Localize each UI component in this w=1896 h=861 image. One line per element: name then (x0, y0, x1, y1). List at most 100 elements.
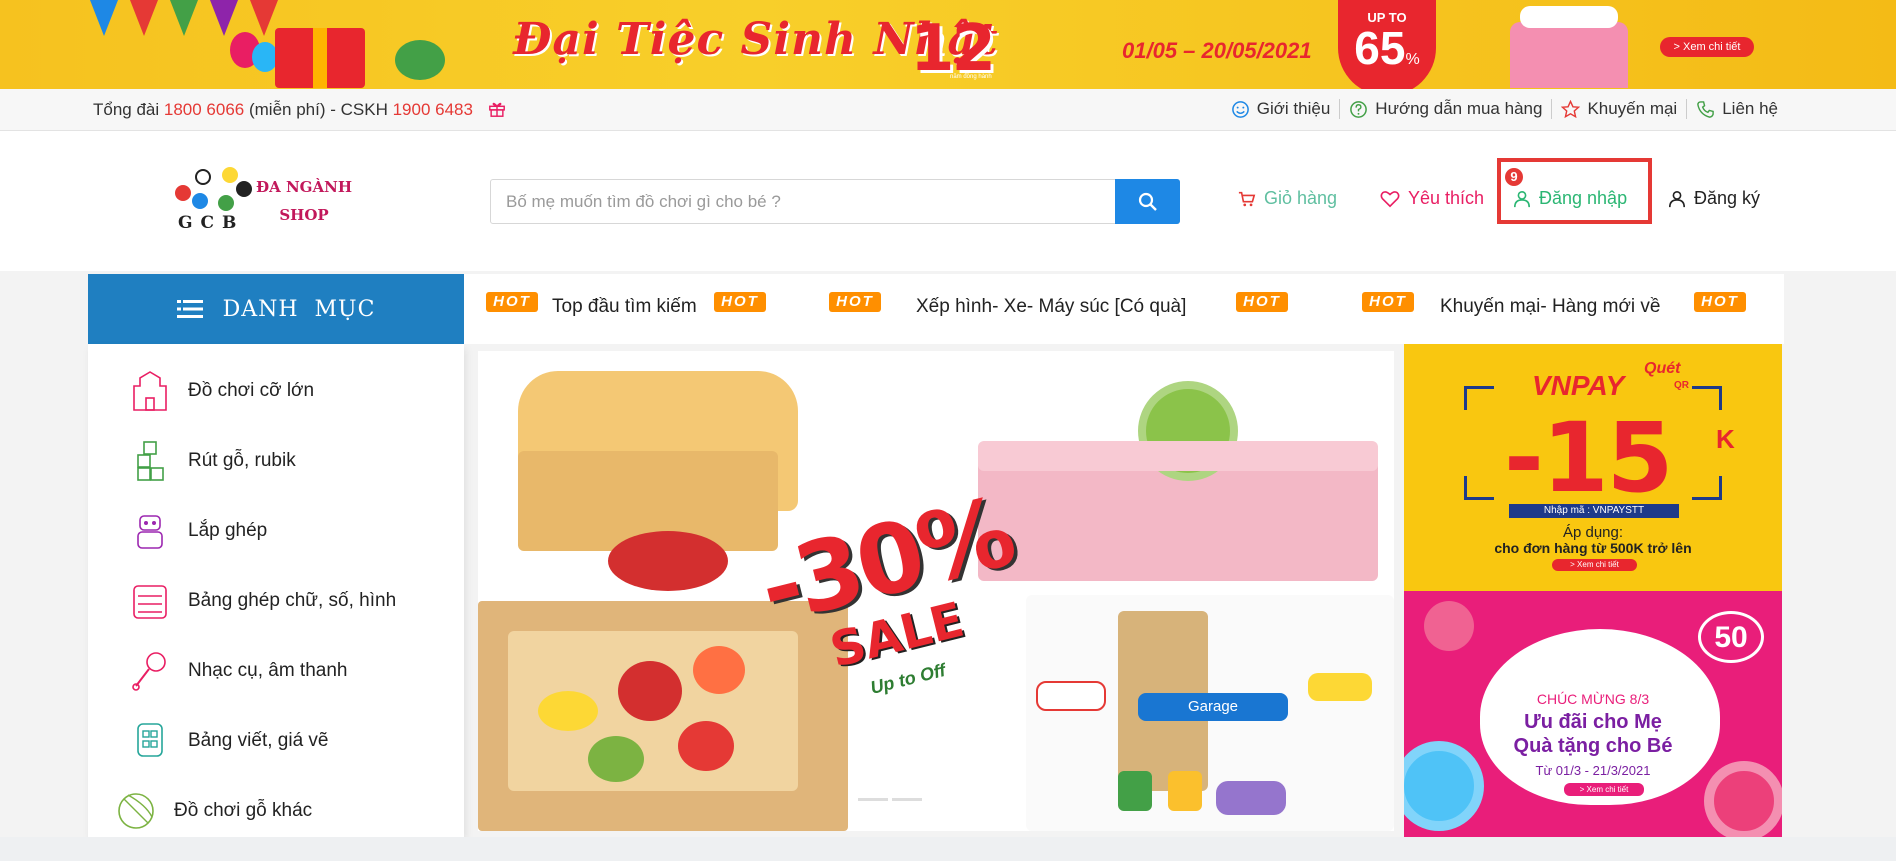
toy-car-image (1216, 781, 1286, 815)
category-item-wood-rubik[interactable]: Rút gỗ, rubik (88, 426, 464, 496)
abacus-icon (133, 585, 167, 619)
hot-badge: HOT (486, 292, 538, 312)
womens-day-ad[interactable]: 50 CHÚC MỪNG 8/3 Ưu đãi cho Mẹ Quà tặng … (1404, 591, 1782, 837)
tomato-image (678, 721, 734, 771)
vnpay-brand: VNPAY (1532, 370, 1625, 401)
lemon-image (538, 691, 598, 731)
tomato-image (693, 646, 745, 694)
category-menu-button[interactable]: DANH MỤC (88, 274, 464, 344)
logo-dot (236, 181, 252, 197)
cskh-number[interactable]: 1900 6483 (393, 100, 473, 119)
cart-link[interactable]: Giỏ hàng (1238, 188, 1337, 209)
vnpay-ad[interactable]: Quét VNPAY QR -15 K Nhập mã : VNPAYSTT Á… (1404, 344, 1782, 591)
annotation-badge: 9 (1505, 168, 1523, 186)
category-item-other-wood[interactable]: Đồ chơi gỗ khác (88, 776, 464, 846)
login-label: Đăng nhập (1539, 188, 1628, 208)
help-icon (1350, 100, 1368, 118)
vnpay-amount: -15 (1504, 402, 1673, 514)
wishlist-label: Yêu thích (1408, 188, 1485, 208)
category-label: Rút gỗ, rubik (188, 450, 296, 471)
garage-label: Garage (1187, 698, 1239, 715)
pump-image (1168, 771, 1202, 811)
promo-banner[interactable]: Đại Tiệc Sinh Nhật 12 năm đồng hành 01/0… (0, 0, 1896, 89)
flower-decoration (1424, 601, 1474, 651)
easel-icon (137, 723, 163, 757)
hot-badge: HOT (714, 292, 766, 312)
upto-pct: % (1405, 51, 1420, 68)
sale-sticker: -30% SALE Up to Off (749, 476, 1031, 737)
women-more-button[interactable]: > Xem chi tiết (1564, 783, 1644, 796)
category-label: Bảng viết, giá vẽ (188, 730, 329, 751)
category-label: Bảng ghép chữ, số, hình (188, 590, 397, 611)
logo[interactable]: GCB ĐA NGÀNH SHOP (170, 161, 370, 239)
logo-line1: ĐA NGÀNH (256, 178, 353, 196)
category-item-letter-boards[interactable]: Bảng ghép chữ, số, hình (88, 566, 464, 636)
banner-date-range: 01/05 – 20/05/2021 (1122, 38, 1312, 63)
toplink-contact[interactable]: Liên hệ (1686, 99, 1787, 119)
apple-image (618, 661, 682, 721)
women-line2: Quà tặng cho Bé (1513, 735, 1673, 757)
hotline-number[interactable]: 1800 6066 (164, 100, 244, 119)
toy-car-image (1036, 681, 1106, 711)
category-item-music[interactable]: Nhạc cụ, âm thanh (88, 636, 464, 706)
category-item-assembly[interactable]: Lắp ghép (88, 496, 464, 566)
hot-badge: HOT (1694, 292, 1746, 312)
toplink-guide[interactable]: Hướng dẫn mua hàng (1339, 99, 1551, 119)
category-label: Lắp ghép (188, 520, 268, 541)
pot-image (608, 531, 728, 591)
hot-link-top-search[interactable]: Top đầu tìm kiếm (552, 296, 697, 318)
toplink-promo-label: Khuyến mại (1587, 99, 1678, 118)
hot-link-promotions[interactable]: Khuyến mại- Hàng mới về (1440, 296, 1661, 318)
category-label: Đồ chơi cỡ lớn (188, 380, 315, 401)
phone-icon (1697, 100, 1715, 118)
toplink-contact-label: Liên hệ (1722, 99, 1778, 118)
category-title: DANH MỤC (222, 296, 376, 322)
top-links: Giới thiệu Hướng dẫn mua hàng Khuyến mại… (1222, 99, 1787, 119)
logo-line2: SHOP (279, 206, 329, 224)
wishlist-link[interactable]: Yêu thích (1380, 188, 1484, 209)
register-link[interactable]: Đăng ký (1668, 188, 1760, 209)
vnpay-scan: Quét (1644, 360, 1681, 377)
search-button[interactable] (1115, 179, 1180, 224)
hot-badge: HOT (829, 292, 881, 312)
garage-sign: Garage (1138, 693, 1288, 721)
melon-image (588, 736, 644, 782)
banner-details-button[interactable]: > Xem chi tiết (1660, 37, 1754, 57)
category-label: Đồ chơi gỗ khác (174, 800, 313, 821)
slider-dot-active[interactable] (892, 798, 922, 801)
main-slider[interactable]: Garage -30% SALE Up to Off (478, 351, 1394, 831)
logo-name: ĐA NGÀNH SHOP (256, 173, 352, 229)
hotline-prefix: Tổng đài (93, 100, 164, 119)
slider-dot[interactable] (858, 798, 888, 801)
cart-icon (1238, 191, 1256, 206)
category-list: Đồ chơi cỡ lớn Rút gỗ, rubik Lắp ghép Bả… (88, 344, 464, 837)
hot-link-puzzles[interactable]: Xếp hình- Xe- Máy súc [Có quà] (916, 296, 1186, 318)
bracket-decoration (1692, 476, 1722, 500)
search-bar (490, 179, 1180, 224)
login-link[interactable]: Đăng nhập (1513, 188, 1627, 209)
toy-car-image (1308, 673, 1372, 701)
hotline-mid: (miễn phí) - CSKH (244, 100, 393, 119)
vnpay-more-button[interactable]: > Xem chi tiết (1552, 559, 1637, 571)
pump-image (1118, 771, 1152, 811)
smile-icon (1231, 100, 1249, 118)
category-item-drawing-boards[interactable]: Bảng viết, giá vẽ (88, 706, 464, 776)
category-label: Nhạc cụ, âm thanh (188, 660, 348, 681)
toplink-about[interactable]: Giới thiệu (1222, 99, 1340, 119)
ball-icon (118, 793, 154, 829)
upto-value: 65 (1354, 22, 1406, 74)
user-icon (1513, 190, 1531, 207)
star-icon (1561, 99, 1581, 118)
gift-icon[interactable] (488, 100, 506, 118)
bracket-decoration (1464, 386, 1494, 410)
toplink-promo[interactable]: Khuyến mại (1551, 99, 1686, 119)
cart-label: Giỏ hàng (1264, 188, 1338, 208)
register-label: Đăng ký (1694, 188, 1761, 208)
rattle-icon (132, 652, 166, 691)
user-icon (1668, 190, 1686, 207)
search-input[interactable] (491, 180, 1115, 223)
toplink-about-label: Giới thiệu (1256, 99, 1331, 118)
category-item-large-toys[interactable]: Đồ chơi cỡ lớn (88, 356, 464, 426)
women-50-badge: 50 (1698, 611, 1764, 663)
women-date: Từ 01/3 - 21/3/2021 (1535, 763, 1651, 778)
